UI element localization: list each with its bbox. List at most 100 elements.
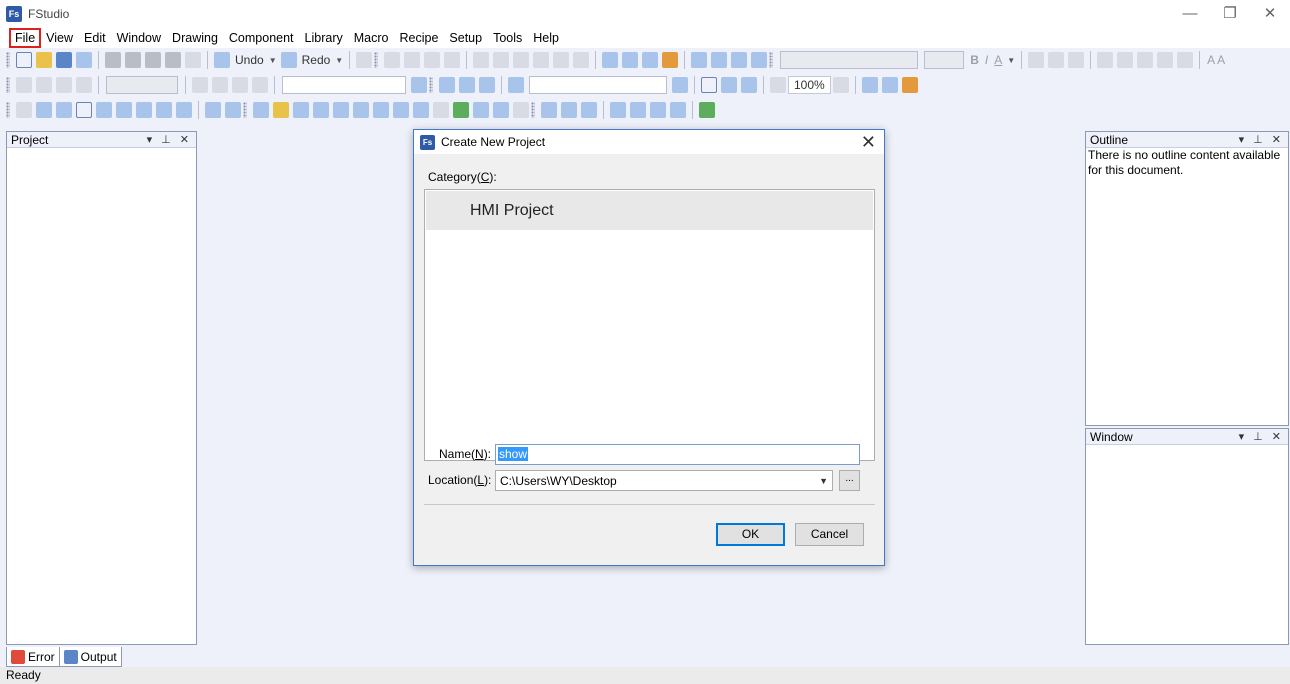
- panel-controls-icon[interactable]: ▾ ⊥ ✕: [1239, 133, 1284, 146]
- resize-both-icon[interactable]: [1157, 52, 1174, 68]
- word-button-icon[interactable]: [313, 102, 329, 118]
- screen-paste-icon[interactable]: [479, 77, 495, 93]
- redo-dropdown-icon[interactable]: ▼: [335, 56, 343, 65]
- polygon-icon[interactable]: [96, 102, 112, 118]
- font-name-select[interactable]: [780, 51, 919, 69]
- font-size-select[interactable]: [924, 51, 965, 69]
- toolbar-grip[interactable]: [243, 102, 247, 118]
- screen-goto-icon[interactable]: [672, 77, 688, 93]
- ungroup-icon[interactable]: [622, 52, 639, 68]
- upload-icon[interactable]: [630, 102, 646, 118]
- undo-dropdown-icon[interactable]: ▼: [269, 56, 277, 65]
- recipe-icon[interactable]: [493, 102, 509, 118]
- line-icon[interactable]: [36, 102, 52, 118]
- dialog-close-icon[interactable]: ✕: [861, 132, 876, 153]
- location-select[interactable]: C:\Users\WY\Desktop ▼: [495, 470, 833, 491]
- window-icon[interactable]: [701, 77, 717, 93]
- bit-button-icon[interactable]: [253, 102, 269, 118]
- menu-setup[interactable]: Setup: [444, 29, 487, 47]
- project-name-input[interactable]: show: [495, 444, 860, 465]
- window-grid-icon[interactable]: [721, 77, 737, 93]
- language-4-icon[interactable]: [252, 77, 268, 93]
- alarm-icon[interactable]: [901, 77, 918, 93]
- save-all-icon[interactable]: [76, 52, 92, 68]
- text-align-center-icon[interactable]: [1048, 52, 1065, 68]
- text-align-right-icon[interactable]: [1068, 52, 1085, 68]
- state-0-icon[interactable]: [16, 77, 32, 93]
- toolbar-grip[interactable]: [531, 102, 535, 118]
- check-icon[interactable]: [581, 102, 597, 118]
- layer-top-icon[interactable]: [731, 52, 748, 68]
- delete-icon[interactable]: [185, 52, 201, 68]
- ellipse-icon[interactable]: [116, 102, 132, 118]
- move-icon[interactable]: [453, 102, 469, 118]
- italic-button[interactable]: I: [985, 53, 988, 67]
- save-icon[interactable]: [56, 52, 72, 68]
- menu-view[interactable]: View: [41, 29, 78, 47]
- redo-button[interactable]: Redo: [302, 53, 331, 67]
- state-select[interactable]: [106, 76, 178, 94]
- polyline-icon[interactable]: [56, 102, 72, 118]
- zoom-out-icon[interactable]: [832, 77, 849, 93]
- pointer-icon[interactable]: [16, 102, 32, 118]
- zoom-in-icon[interactable]: [770, 77, 786, 93]
- screen-list-icon[interactable]: [508, 77, 524, 93]
- panel-controls-icon[interactable]: ▾ ⊥ ✕: [1239, 430, 1284, 443]
- toolbar-grip[interactable]: [429, 77, 433, 93]
- layer-bottom-icon[interactable]: [751, 52, 768, 68]
- find-icon[interactable]: [356, 52, 373, 68]
- close-window-button[interactable]: ✕: [1250, 0, 1290, 28]
- layer-down-icon[interactable]: [711, 52, 728, 68]
- align-left-icon[interactable]: [384, 52, 401, 68]
- download-icon[interactable]: [610, 102, 626, 118]
- cut-icon[interactable]: [105, 52, 121, 68]
- minimize-button[interactable]: —: [1170, 0, 1210, 28]
- same-height-icon[interactable]: [573, 52, 590, 68]
- menu-recipe[interactable]: Recipe: [394, 29, 443, 47]
- align-bottom-icon[interactable]: [493, 52, 510, 68]
- bit-lamp-icon[interactable]: [273, 102, 289, 118]
- same-width-icon[interactable]: [553, 52, 570, 68]
- table-icon[interactable]: [413, 102, 429, 118]
- arc-icon[interactable]: [136, 102, 152, 118]
- undo-icon[interactable]: [214, 52, 230, 68]
- offline-sim-icon[interactable]: [670, 102, 686, 118]
- text-size-button[interactable]: A A: [1207, 53, 1225, 67]
- language-select[interactable]: [282, 76, 406, 94]
- menu-edit[interactable]: Edit: [79, 29, 111, 47]
- text-align-left-icon[interactable]: [1028, 52, 1045, 68]
- language-3-icon[interactable]: [232, 77, 248, 93]
- meter-icon[interactable]: [393, 102, 409, 118]
- misc-component-icon[interactable]: [513, 102, 529, 118]
- bring-front-icon[interactable]: [662, 52, 679, 68]
- align-top-icon[interactable]: [444, 52, 461, 68]
- new-file-icon[interactable]: [16, 52, 32, 68]
- fan-icon[interactable]: [176, 102, 192, 118]
- clock-icon[interactable]: [333, 102, 349, 118]
- menu-help[interactable]: Help: [528, 29, 564, 47]
- run-icon[interactable]: [699, 102, 715, 118]
- copy-icon[interactable]: [125, 52, 141, 68]
- zoom-level-select[interactable]: 100%: [788, 76, 831, 94]
- language-2-icon[interactable]: [212, 77, 228, 93]
- pie-icon[interactable]: [156, 102, 172, 118]
- numeric-display-icon[interactable]: [293, 102, 309, 118]
- resize-width-icon[interactable]: [1117, 52, 1134, 68]
- screen-new-icon[interactable]: [439, 77, 455, 93]
- toolbar-grip[interactable]: [6, 77, 10, 93]
- menu-file[interactable]: File: [8, 28, 42, 48]
- menu-library[interactable]: Library: [300, 29, 348, 47]
- align-center-icon[interactable]: [404, 52, 421, 68]
- lock-icon[interactable]: [642, 52, 659, 68]
- bulb-icon[interactable]: [411, 77, 427, 93]
- maximize-button[interactable]: ❐: [1210, 0, 1250, 28]
- bold-button[interactable]: B: [970, 53, 979, 67]
- menu-window[interactable]: Window: [112, 29, 166, 47]
- screen-select[interactable]: [529, 76, 667, 94]
- tab-error[interactable]: Error: [6, 647, 60, 667]
- grid-icon[interactable]: [861, 77, 878, 93]
- paste-special-icon[interactable]: [165, 52, 181, 68]
- layer-up-icon[interactable]: [691, 52, 708, 68]
- tab-output[interactable]: Output: [58, 647, 122, 667]
- toolbar-grip[interactable]: [769, 52, 774, 68]
